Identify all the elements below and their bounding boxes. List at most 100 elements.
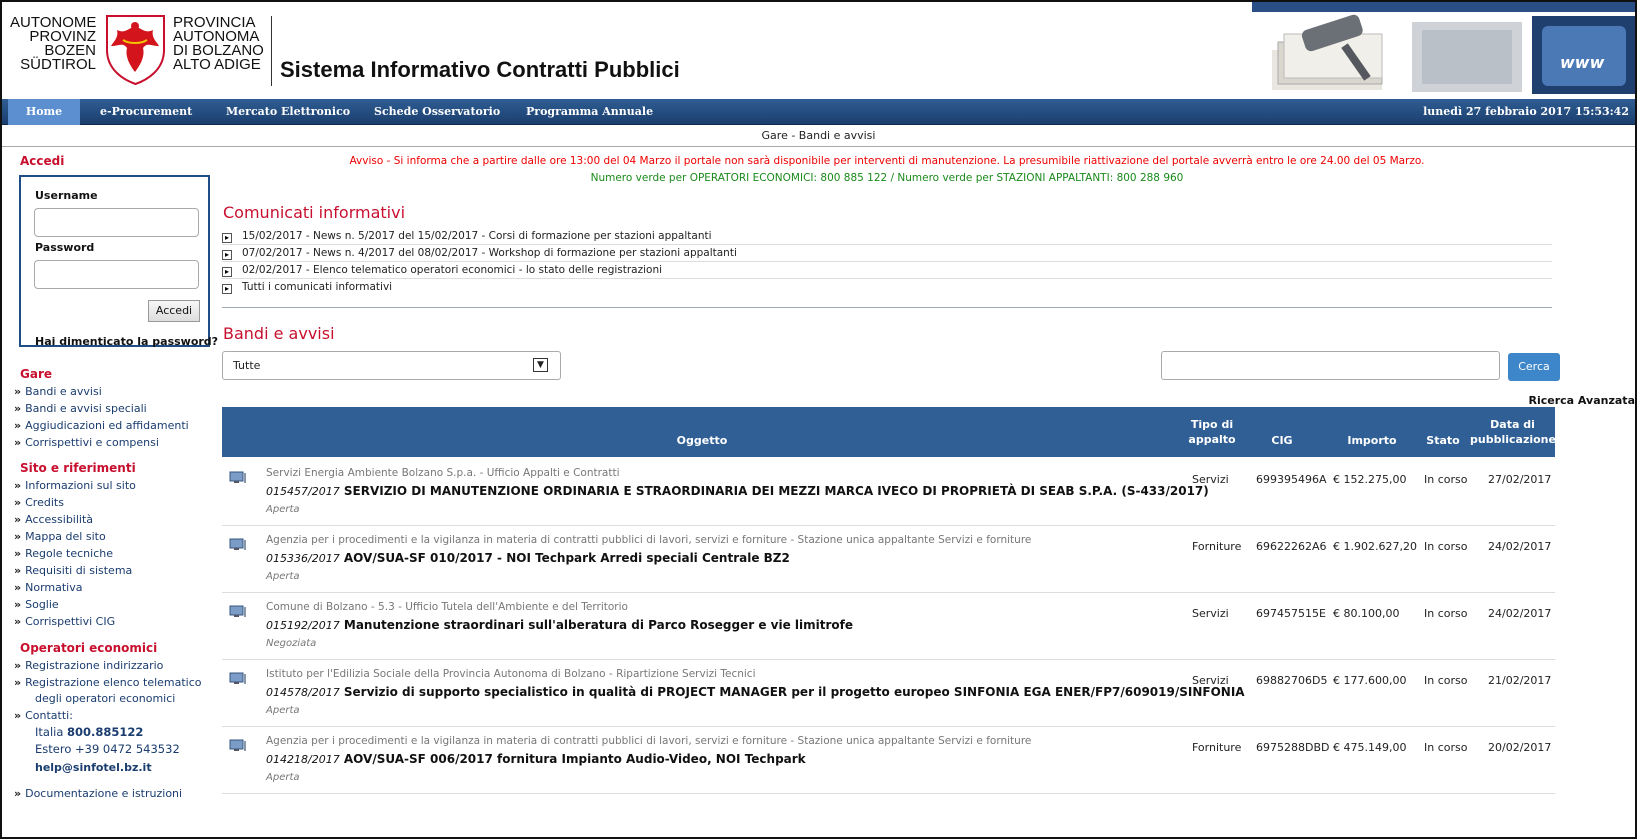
sidebar-link-corrispettivi[interactable]: » Corrispettivi e compensi — [14, 436, 159, 449]
row-oggetto-link[interactable]: 015457/2017 SERVIZIO DI MANUTENZIONE ORD… — [266, 484, 1209, 498]
sidebar-link-requisiti[interactable]: » Requisiti di sistema — [14, 564, 132, 577]
sidebar-link-indirizzario[interactable]: » Registrazione indirizzario — [14, 659, 163, 672]
nav-programma-annuale[interactable]: Programma Annuale — [526, 99, 653, 125]
row-oggetto-link[interactable]: 015192/2017 Manutenzione straordinari su… — [266, 618, 853, 632]
sidebar-link-label: Bandi e avvisi — [25, 385, 102, 398]
sidebar-link-mappa[interactable]: » Mappa del sito — [14, 530, 106, 543]
row-procedura: Aperta — [266, 571, 300, 582]
arrow-right-icon: ▸ — [222, 250, 232, 260]
sidebar-link-label: Accessibilità — [25, 513, 94, 526]
sidebar-link-label: Soglie — [25, 598, 59, 611]
sidebar-link-credits[interactable]: » Credits — [14, 496, 64, 509]
sidebar-link-elenco-telematico-cont[interactable]: degli operatori economici — [35, 692, 175, 705]
table-header: Oggetto Tipo di appalto CIG Importo Stato… — [222, 407, 1556, 457]
row-procedura: Aperta — [266, 772, 300, 783]
sidebar-link-soglie[interactable]: » Soglie — [14, 598, 59, 611]
sidebar-link-aggiudicazioni[interactable]: » Aggiudicazioni ed affidamenti — [14, 419, 189, 432]
row-tipo: Servizi — [1192, 473, 1229, 486]
row-ente: Agenzia per i procedimenti e la vigilanz… — [266, 735, 1032, 747]
row-oggetto-text: AOV/SUA-SF 006/2017 fornitura Impianto A… — [343, 752, 806, 766]
login-button[interactable]: Accedi — [148, 300, 200, 322]
news-item[interactable]: ▸ 02/02/2017 - Elenco telematico operator… — [222, 262, 1552, 279]
column-oggetto[interactable]: Oggetto — [222, 433, 1182, 448]
sidebar-link-bandi-speciali[interactable]: » Bandi e avvisi speciali — [14, 402, 147, 415]
main-nav: Home e-Procurement Mercato Elettronico S… — [2, 99, 1635, 125]
news-text: Tutti i comunicati informativi — [242, 281, 393, 293]
row-number: 014218/2017 — [266, 753, 340, 766]
column-tipo[interactable]: Tipo di appalto — [1182, 417, 1242, 447]
column-stato[interactable]: Stato — [1418, 433, 1468, 448]
sidebar-link-corrispettivi-cig[interactable]: » Corrispettivi CIG — [14, 615, 115, 628]
news-text: 07/02/2017 - News n. 4/2017 del 08/02/20… — [242, 247, 737, 259]
column-cig[interactable]: CIG — [1252, 433, 1312, 448]
sidebar-link-documentazione[interactable]: » Documentazione e istruzioni — [14, 787, 182, 800]
row-oggetto-link[interactable]: 014578/2017 Servizio di supporto special… — [266, 685, 1245, 699]
nav-mercato-elettronico[interactable]: Mercato Elettronico — [226, 99, 350, 125]
row-stato: In corso — [1424, 473, 1468, 486]
forgot-password-link[interactable]: Hai dimenticato la password? — [35, 335, 218, 348]
contact-estero: Estero +39 0472 543532 — [35, 742, 180, 756]
type-filter-value: Tutte — [233, 359, 261, 372]
sidebar-link-label: Credits — [25, 496, 64, 509]
sidebar-link-elenco-telematico[interactable]: » Registrazione elenco telematico — [14, 676, 202, 689]
table-row[interactable]: Agenzia per i procedimenti e la vigilanz… — [222, 727, 1555, 794]
sidebar-link-label: Normativa — [25, 581, 83, 594]
username-label: Username — [35, 189, 98, 202]
sidebar-link-label: Bandi e avvisi speciali — [25, 402, 147, 415]
username-input[interactable] — [34, 208, 199, 237]
row-cig: 697457515E — [1256, 607, 1326, 620]
row-oggetto-text: Servizio di supporto specialistico in qu… — [343, 685, 1245, 699]
news-item[interactable]: ▸ 15/02/2017 - News n. 5/2017 del 15/02/2… — [222, 228, 1552, 245]
row-data: 20/02/2017 — [1488, 741, 1552, 754]
sidebar-link-informazioni[interactable]: » Informazioni sul sito — [14, 479, 136, 492]
type-filter-select[interactable]: Tutte ▼ — [222, 351, 561, 380]
column-label: pubblicazione — [1470, 433, 1556, 446]
monitor-icon — [229, 605, 246, 617]
column-data[interactable]: Data di pubblicazione — [1470, 417, 1556, 447]
row-oggetto-link[interactable]: 014218/2017 AOV/SUA-SF 006/2017 fornitur… — [266, 752, 806, 766]
row-oggetto-text: Manutenzione straordinari sull'alberatur… — [343, 618, 854, 632]
logo-line: SÜDTIROL — [20, 56, 96, 73]
monitor-icon — [229, 538, 246, 550]
nav-home[interactable]: Home — [8, 99, 80, 125]
news-text: 02/02/2017 - Elenco telematico operatori… — [242, 264, 663, 276]
contact-email-link[interactable]: help@sinfotel.bz.it — [35, 761, 152, 774]
search-button[interactable]: Cerca — [1508, 353, 1560, 381]
sidebar-link-label: Documentazione e istruzioni — [25, 787, 183, 800]
nav-schede-osservatorio[interactable]: Schede Osservatorio — [374, 99, 500, 125]
logo-text-german: AUTONOME PROVINZ BOZEN SÜDTIROL — [10, 15, 96, 73]
nav-eprocurement[interactable]: e-Procurement — [100, 99, 192, 125]
row-number: 015192/2017 — [266, 619, 340, 632]
sidebar-link-normativa[interactable]: » Normativa — [14, 581, 82, 594]
coat-of-arms-logo[interactable] — [103, 12, 168, 86]
sidebar-link-bandi[interactable]: » Bandi e avvisi — [14, 385, 102, 398]
news-all-link[interactable]: ▸ Tutti i comunicati informativi — [222, 279, 1552, 296]
sidebar-link-regole[interactable]: » Regole tecniche — [14, 547, 113, 560]
logo-line: ALTO ADIGE — [173, 56, 261, 73]
row-procedura: Aperta — [266, 504, 300, 515]
news-item[interactable]: ▸ 07/02/2017 - News n. 4/2017 del 08/02/2… — [222, 245, 1552, 262]
column-importo[interactable]: Importo — [1332, 433, 1412, 448]
row-ente: Agenzia per i procedimenti e la vigilanz… — [266, 534, 1032, 546]
sidebar-link-label: Registrazione indirizzario — [25, 659, 164, 672]
table-row[interactable]: Istituto per l'Edilizia Sociale della Pr… — [222, 660, 1555, 727]
monitor-icon — [229, 672, 246, 684]
table-row[interactable]: Comune di Bolzano - 5.3 - Ufficio Tutela… — [222, 593, 1555, 660]
sidebar-link-accessibilita[interactable]: » Accessibilità — [14, 513, 93, 526]
column-label: appalto — [1188, 433, 1236, 446]
sidebar-link-label: Corrispettivi e compensi — [25, 436, 159, 449]
table-row[interactable]: Servizi Energia Ambiente Bolzano S.p.a. … — [222, 459, 1555, 526]
svg-text:www: www — [1560, 53, 1605, 72]
gare-title: Gare — [20, 367, 53, 381]
site-title: Sistema Informativo Contratti Pubblici — [280, 57, 680, 82]
table-row[interactable]: Agenzia per i procedimenti e la vigilanz… — [222, 526, 1555, 593]
row-oggetto-link[interactable]: 015336/2017 AOV/SUA-SF 010/2017 - NOI Te… — [266, 551, 790, 565]
row-importo: € 475.149,00 — [1333, 741, 1407, 754]
advanced-search-link[interactable]: Ricerca Avanzata — [1529, 394, 1635, 407]
row-oggetto-text: AOV/SUA-SF 010/2017 - NOI Techpark Arred… — [343, 551, 790, 565]
maintenance-notice: Avviso - Si informa che a partire dalle … — [349, 155, 1425, 167]
search-input[interactable] — [1161, 351, 1500, 380]
password-input[interactable] — [34, 260, 199, 289]
row-data: 24/02/2017 — [1488, 540, 1552, 553]
arrow-right-icon: ▸ — [222, 267, 232, 277]
